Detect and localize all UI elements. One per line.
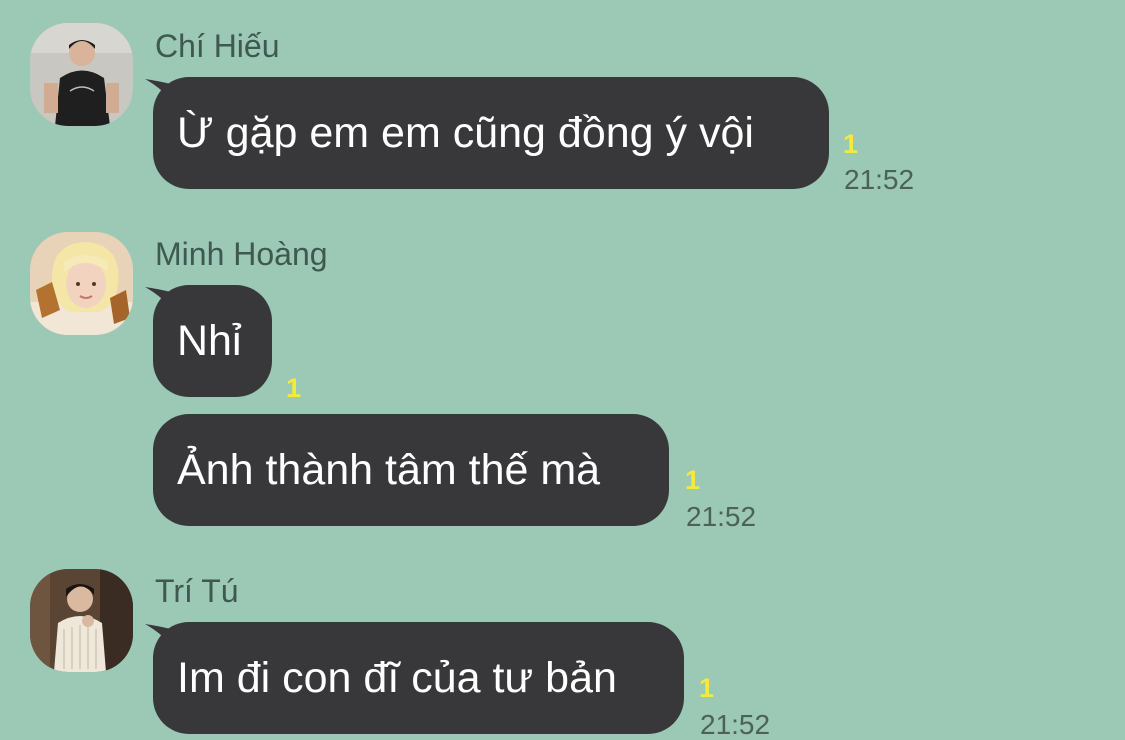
avatar-photo-icon (30, 569, 133, 672)
avatar-photo-icon (30, 23, 133, 126)
message-bubble[interactable]: Ảnh thành tâm thế mà (153, 414, 669, 526)
avatar-photo-icon (30, 232, 133, 335)
avatar-minh-hoang[interactable] (30, 232, 133, 335)
chat-area: Chí Hiếu Ừ gặp em em cũng đồng ý vội 1 2… (0, 0, 1125, 739)
message-bubble[interactable]: Im đi con đĩ của tư bản (153, 622, 684, 734)
sender-name: Trí Tú (155, 573, 239, 609)
sender-name: Chí Hiếu (155, 28, 280, 64)
message-bubble[interactable]: Ừ gặp em em cũng đồng ý vội (153, 77, 829, 189)
avatar-tri-tu[interactable] (30, 569, 133, 672)
unread-count: 1 (699, 673, 715, 703)
unread-count: 1 (286, 373, 302, 403)
message-bubble[interactable]: Nhỉ (153, 285, 272, 397)
sender-name: Minh Hoàng (155, 236, 328, 272)
message-time: 21:52 (686, 501, 757, 532)
unread-count: 1 (843, 129, 859, 159)
unread-count: 1 (685, 465, 701, 495)
avatar-chi-hieu[interactable] (30, 23, 133, 126)
message-time: 21:52 (844, 164, 915, 195)
